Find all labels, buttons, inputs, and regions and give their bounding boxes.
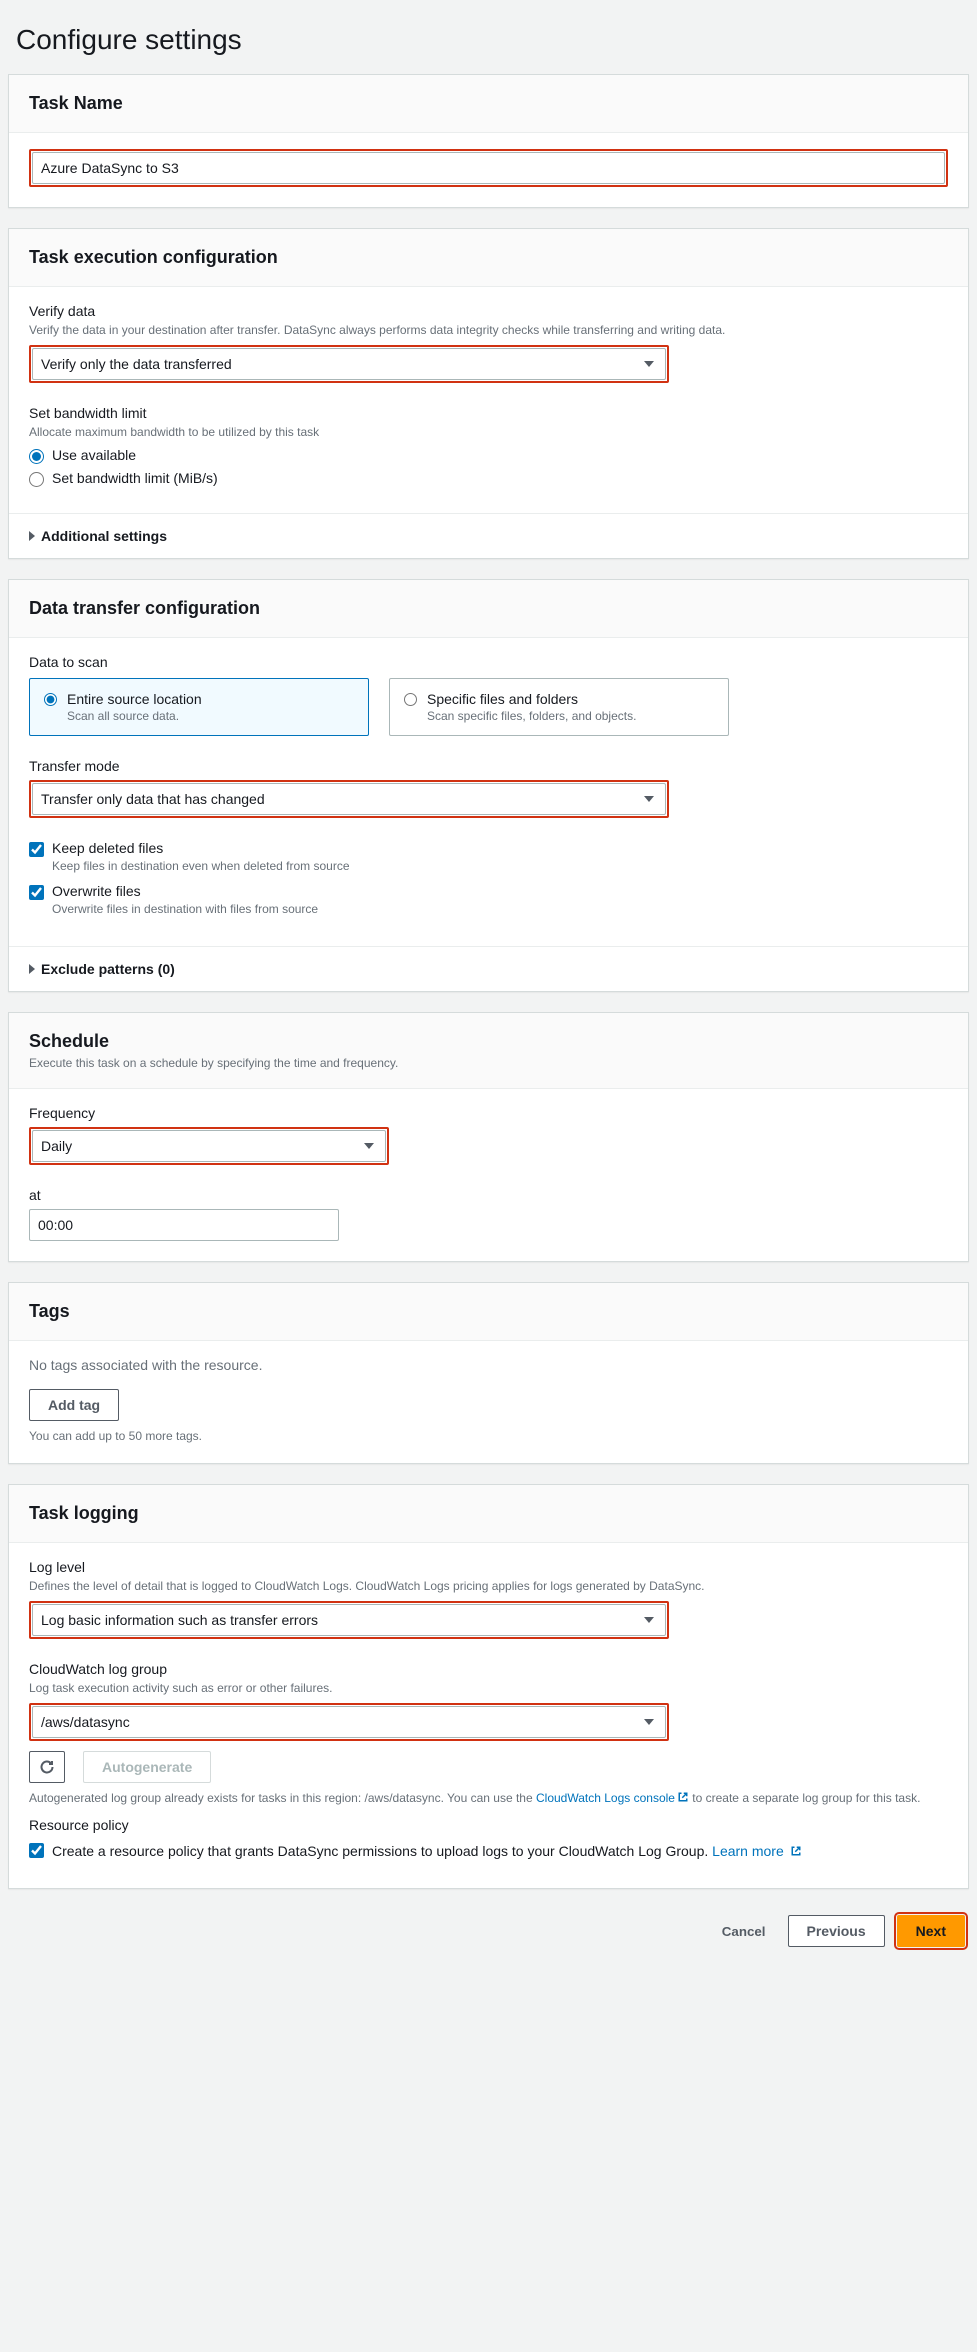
panel-logging: Task logging Log level Defines the level… — [8, 1484, 969, 1889]
tile-entire-source-sub: Scan all source data. — [67, 709, 202, 723]
tile-specific-files-sub: Scan specific files, folders, and object… — [427, 709, 636, 723]
panel-transfer-config: Data transfer configuration Data to scan… — [8, 579, 969, 992]
tile-entire-source-title: Entire source location — [67, 691, 202, 707]
verify-data-hint: Verify the data in your destination afte… — [29, 323, 948, 337]
previous-button[interactable]: Previous — [788, 1915, 885, 1947]
frequency-value: Daily — [41, 1138, 72, 1154]
add-tag-button[interactable]: Add tag — [29, 1389, 119, 1421]
transfer-mode-label: Transfer mode — [29, 758, 948, 774]
check-keep-deleted-label: Keep deleted files — [52, 840, 163, 856]
refresh-icon — [39, 1759, 55, 1775]
at-label: at — [29, 1187, 948, 1203]
exclude-patterns-toggle[interactable]: Exclude patterns (0) — [9, 946, 968, 991]
tile-specific-files[interactable]: Specific files and folders Scan specific… — [389, 678, 729, 736]
chevron-right-icon — [29, 964, 35, 974]
exclude-patterns-label: Exclude patterns (0) — [41, 961, 175, 977]
panel-tags: Tags No tags associated with the resourc… — [8, 1282, 969, 1464]
check-overwrite-sub: Overwrite files in destination with file… — [52, 902, 948, 916]
check-keep-deleted-sub: Keep files in destination even when dele… — [52, 859, 948, 873]
check-overwrite-label: Overwrite files — [52, 883, 141, 899]
autogenerate-button: Autogenerate — [83, 1751, 211, 1783]
log-level-hint: Defines the level of detail that is logg… — [29, 1579, 948, 1593]
exec-config-header: Task execution configuration — [9, 229, 968, 287]
transfer-mode-value: Transfer only data that has changed — [41, 791, 265, 807]
verify-data-value: Verify only the data transferred — [41, 356, 232, 372]
bandwidth-label: Set bandwidth limit — [29, 405, 948, 421]
radio-use-available-label: Use available — [52, 447, 136, 463]
schedule-header: Schedule Execute this task on a schedule… — [9, 1013, 968, 1089]
frequency-select[interactable]: Daily — [32, 1130, 386, 1162]
radio-set-bandwidth-label: Set bandwidth limit (MiB/s) — [52, 470, 218, 486]
log-group-hint: Log task execution activity such as erro… — [29, 1681, 948, 1695]
log-group-value: /aws/datasync — [41, 1714, 130, 1730]
tags-limit-text: You can add up to 50 more tags. — [29, 1429, 948, 1443]
tile-entire-source[interactable]: Entire source location Scan all source d… — [29, 678, 369, 736]
check-keep-deleted[interactable] — [29, 842, 44, 857]
panel-exec-config: Task execution configuration Verify data… — [8, 228, 969, 559]
verify-data-select[interactable]: Verify only the data transferred — [32, 348, 666, 380]
schedule-sub: Execute this task on a schedule by speci… — [29, 1056, 948, 1070]
verify-data-label: Verify data — [29, 303, 948, 319]
autogen-note: Autogenerated log group already exists f… — [29, 1791, 948, 1805]
radio-set-bandwidth[interactable] — [29, 472, 44, 487]
log-group-select[interactable]: /aws/datasync — [32, 1706, 666, 1738]
refresh-button[interactable] — [29, 1751, 65, 1783]
additional-settings-label: Additional settings — [41, 528, 167, 544]
chevron-right-icon — [29, 531, 35, 541]
frequency-label: Frequency — [29, 1105, 948, 1121]
page-title: Configure settings — [8, 8, 969, 74]
log-level-select[interactable]: Log basic information such as transfer e… — [32, 1604, 666, 1636]
tile-specific-files-title: Specific files and folders — [427, 691, 636, 707]
tags-header: Tags — [9, 1283, 968, 1341]
data-to-scan-label: Data to scan — [29, 654, 948, 670]
panel-schedule: Schedule Execute this task on a schedule… — [8, 1012, 969, 1262]
log-level-value: Log basic information such as transfer e… — [41, 1612, 318, 1628]
radio-use-available[interactable] — [29, 449, 44, 464]
check-resource-policy[interactable] — [29, 1843, 44, 1858]
radio-entire-source[interactable] — [44, 693, 57, 706]
log-group-label: CloudWatch log group — [29, 1661, 948, 1677]
learn-more-link[interactable]: Learn more — [712, 1843, 801, 1859]
additional-settings-toggle[interactable]: Additional settings — [9, 513, 968, 558]
check-overwrite[interactable] — [29, 885, 44, 900]
next-button[interactable]: Next — [897, 1915, 965, 1947]
task-name-input[interactable] — [32, 152, 945, 184]
at-input[interactable] — [29, 1209, 339, 1241]
task-name-header: Task Name — [9, 75, 968, 133]
transfer-config-header: Data transfer configuration — [9, 580, 968, 638]
tags-empty-text: No tags associated with the resource. — [29, 1357, 948, 1373]
cancel-button[interactable]: Cancel — [712, 1915, 776, 1947]
resource-policy-label: Resource policy — [29, 1817, 948, 1833]
schedule-title: Schedule — [29, 1031, 948, 1052]
check-resource-policy-label: Create a resource policy that grants Dat… — [52, 1841, 802, 1862]
cloudwatch-console-link[interactable]: CloudWatch Logs console — [536, 1791, 689, 1805]
panel-task-name: Task Name — [8, 74, 969, 208]
footer-buttons: Cancel Previous Next — [8, 1909, 969, 1955]
external-link-icon — [677, 1791, 689, 1803]
log-level-label: Log level — [29, 1559, 948, 1575]
bandwidth-hint: Allocate maximum bandwidth to be utilize… — [29, 425, 948, 439]
external-link-icon — [790, 1845, 802, 1857]
radio-specific-files[interactable] — [404, 693, 417, 706]
logging-header: Task logging — [9, 1485, 968, 1543]
transfer-mode-select[interactable]: Transfer only data that has changed — [32, 783, 666, 815]
